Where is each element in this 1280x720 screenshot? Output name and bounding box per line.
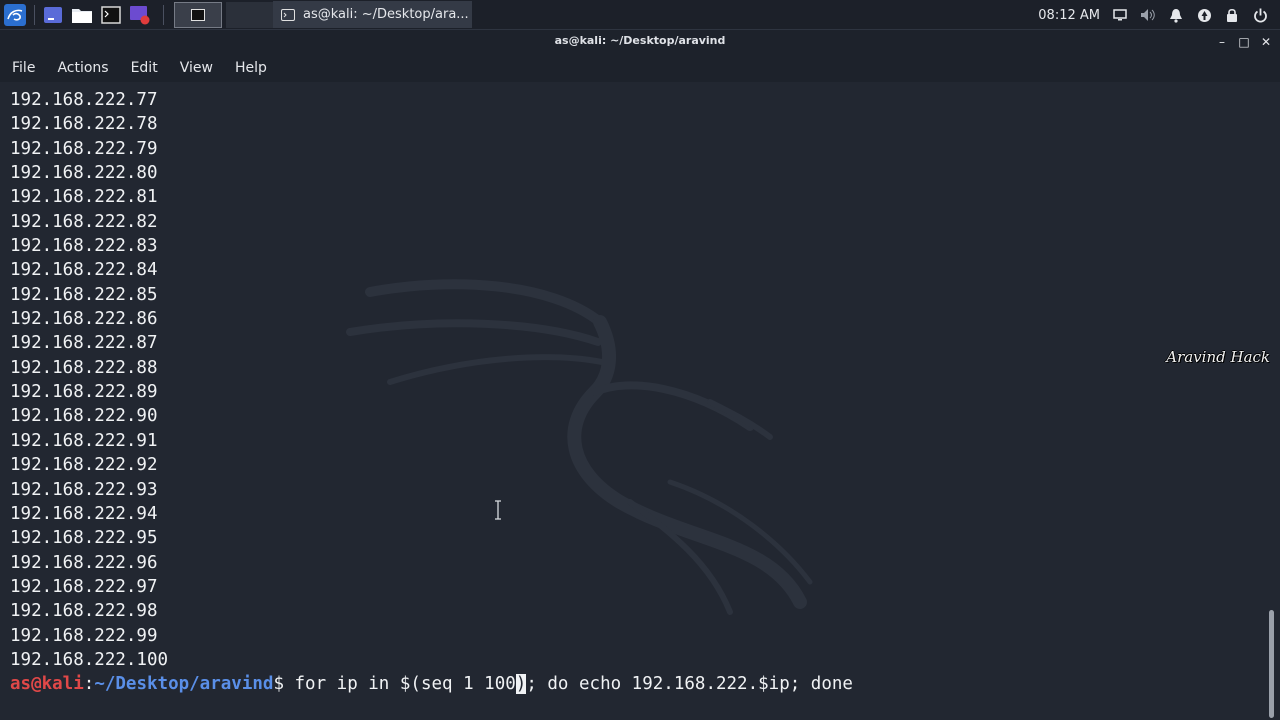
workspace-window-icon: [191, 9, 205, 21]
output-line: 192.168.222.85: [10, 284, 158, 305]
output-line: 192.168.222.99: [10, 625, 158, 646]
prompt-colon: :: [83, 674, 95, 695]
output-line: 192.168.222.100: [10, 649, 169, 670]
output-line: 192.168.222.81: [10, 187, 158, 208]
file-manager-launcher-icon[interactable]: [70, 3, 94, 27]
output-line: 192.168.222.93: [10, 479, 158, 500]
command-text-after-cursor: ; do echo 192.168.222.$ip; done: [526, 674, 853, 695]
output-line: 192.168.222.94: [10, 503, 158, 524]
output-line: 192.168.222.79: [10, 138, 158, 159]
terminal-scrollbar[interactable]: [1269, 610, 1274, 718]
volume-icon[interactable]: [1140, 7, 1156, 23]
menu-view[interactable]: View: [168, 60, 223, 76]
terminal-launcher-icon[interactable]: [41, 3, 65, 27]
panel-separator: [163, 5, 164, 25]
screen-icon[interactable]: [1112, 7, 1128, 23]
panel-separator: [34, 5, 35, 25]
panel-right: 08:12 AM: [1038, 0, 1280, 30]
close-button[interactable]: ✕: [1256, 32, 1276, 52]
output-line: 192.168.222.91: [10, 430, 158, 451]
output-line: 192.168.222.86: [10, 309, 158, 330]
terminal-task-icon: [281, 8, 295, 21]
minimize-button[interactable]: –: [1212, 32, 1232, 52]
watermark-signature: Aravind Hack: [1166, 348, 1270, 366]
menu-help[interactable]: Help: [223, 60, 277, 76]
lock-icon[interactable]: [1224, 7, 1240, 23]
task-label: as@kali: ~/Desktop/ara...: [303, 7, 469, 22]
text-cursor: ): [515, 674, 527, 695]
kali-logo-icon: [4, 4, 26, 26]
output-line: 192.168.222.90: [10, 406, 158, 427]
output-line: 192.168.222.95: [10, 528, 158, 549]
output-line: 192.168.222.80: [10, 163, 158, 184]
output-line: 192.168.222.83: [10, 236, 158, 257]
workspace-2[interactable]: [226, 2, 274, 28]
maximize-button[interactable]: □: [1234, 32, 1254, 52]
output-line: 192.168.222.84: [10, 260, 158, 281]
menu-file[interactable]: File: [0, 60, 45, 76]
window-title: as@kali: ~/Desktop/aravind: [554, 34, 726, 47]
prompt-user-host: as@kali: [10, 674, 84, 695]
prompt-symbol: $: [273, 674, 284, 695]
output-line: 192.168.222.77: [10, 90, 158, 110]
window-controls: – □ ✕: [1210, 32, 1276, 52]
prompt-path: ~/Desktop/aravind: [94, 674, 274, 695]
prompt-line[interactable]: as@kali:~/Desktop/aravind$ for ip in $(s…: [10, 672, 853, 696]
text-cursor-ibeam-icon: [495, 500, 501, 520]
window-titlebar[interactable]: as@kali: ~/Desktop/aravind – □ ✕: [0, 30, 1280, 54]
bell-icon[interactable]: [1168, 7, 1184, 23]
clock[interactable]: 08:12 AM: [1038, 8, 1100, 23]
output-line: 192.168.222.82: [10, 211, 158, 232]
power-icon[interactable]: [1252, 7, 1268, 23]
terminal-emulator-launcher-icon[interactable]: [99, 3, 123, 27]
output-line: 192.168.222.97: [10, 576, 158, 597]
menu-edit[interactable]: Edit: [119, 60, 168, 76]
workspace-1[interactable]: [174, 2, 222, 28]
terminal-area[interactable]: Aravind Hack 192.168.222.77 192.168.222.7…: [0, 82, 1280, 720]
network-icon[interactable]: [1196, 7, 1212, 23]
top-panel: as@kali: ~/Desktop/ara... 08:12 AM: [0, 0, 1280, 30]
output-line: 192.168.222.88: [10, 357, 158, 378]
output-line: 192.168.222.78: [10, 114, 158, 135]
terminal-output: 192.168.222.77 192.168.222.78 192.168.222.…: [10, 88, 853, 697]
command-text: for ip in $(seq 1 100: [283, 674, 516, 695]
output-line: 192.168.222.89: [10, 382, 158, 403]
panel-left: [0, 0, 274, 30]
output-line: 192.168.222.92: [10, 455, 158, 476]
output-line: 192.168.222.96: [10, 552, 158, 573]
menu-actions[interactable]: Actions: [45, 60, 118, 76]
menu-bar: File Actions Edit View Help: [0, 54, 1280, 82]
output-line: 192.168.222.98: [10, 601, 158, 622]
output-line: 192.168.222.87: [10, 333, 158, 354]
screen-recorder-launcher-icon[interactable]: [128, 3, 152, 27]
kali-menu-button[interactable]: [2, 3, 28, 27]
taskbar-terminal-task[interactable]: as@kali: ~/Desktop/ara...: [273, 1, 472, 28]
